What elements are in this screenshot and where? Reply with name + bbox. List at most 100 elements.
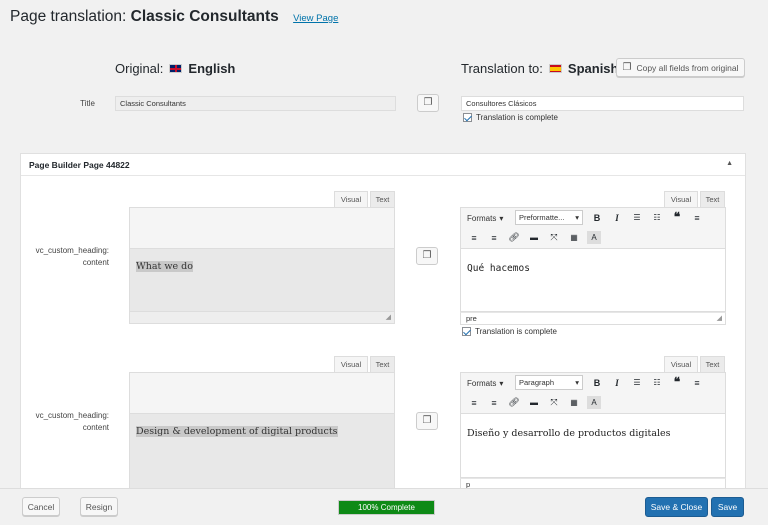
page-title: Classic Consultants xyxy=(130,8,279,25)
field-label-line2: content xyxy=(82,423,109,432)
copy-field-button[interactable]: ❐ xyxy=(416,412,438,430)
copy-all-label: Copy all fields from original xyxy=(636,62,739,73)
cancel-button[interactable]: Cancel xyxy=(22,497,60,516)
bold-icon[interactable]: B xyxy=(590,211,604,224)
block-format-value: Preformatte... xyxy=(519,213,565,222)
title-field-label: Title xyxy=(80,99,95,108)
element-path: pre xyxy=(466,314,477,323)
original-editor-toolbar xyxy=(129,207,395,249)
field-complete-checkbox-row[interactable]: Translation is complete xyxy=(462,327,557,336)
chevron-down-icon: ▾ xyxy=(499,213,504,223)
translated-text: Diseño y desarrollo de productos digital… xyxy=(467,428,671,439)
page-header: Page translation: Classic Consultants Vi… xyxy=(10,8,338,26)
read-more-icon[interactable]: ▬ xyxy=(527,396,541,409)
translation-editor-content[interactable]: Diseño y desarrollo de productos digital… xyxy=(460,414,726,478)
field-complete-checkbox[interactable] xyxy=(462,327,471,336)
original-editor-content: What we do xyxy=(129,249,395,312)
field-label-line1: vc_custom_heading: xyxy=(35,411,109,420)
toolbar-toggle-icon[interactable]: ▦ xyxy=(567,396,581,409)
tab-visual[interactable]: Visual xyxy=(664,191,698,207)
translation-editor-statusbar: pre ◢ xyxy=(460,312,726,325)
translation-editor-content[interactable]: Qué hacemos xyxy=(460,249,726,312)
resize-handle-icon[interactable]: ◢ xyxy=(717,314,722,322)
progress-bar: 100% Complete xyxy=(338,500,435,515)
blockquote-icon[interactable]: ❝ xyxy=(670,375,684,389)
panel-title: Page Builder Page 44822 xyxy=(29,159,130,170)
translation-editor-toolbar: Formats ▾ Paragraph ▾ B I ☰ ☷ ❝ ≡ ≡ ≡ 🔗︎ ▬… xyxy=(460,372,726,414)
block-format-value: Paragraph xyxy=(519,378,555,387)
chevron-down-icon: ▾ xyxy=(575,378,579,387)
text-color-icon[interactable]: A xyxy=(587,231,601,244)
field-label: vc_custom_heading: content xyxy=(25,245,109,269)
align-center-icon[interactable]: ≡ xyxy=(467,231,481,244)
link-icon[interactable]: 🔗︎ xyxy=(507,396,521,409)
uk-flag-icon xyxy=(169,64,183,73)
translation-language: Spanish xyxy=(567,61,619,76)
translation-language-heading: Translation to: Spanish xyxy=(461,61,618,76)
block-format-select[interactable]: Preformatte... ▾ xyxy=(515,210,583,225)
original-language-heading: Original: English xyxy=(115,61,235,76)
progress-text: 100% Complete xyxy=(358,503,415,512)
block-format-select[interactable]: Paragraph ▾ xyxy=(515,375,583,390)
tab-visual[interactable]: Visual xyxy=(664,356,698,372)
text-color-icon[interactable]: A xyxy=(587,396,601,409)
view-page-link[interactable]: View Page xyxy=(293,13,338,24)
header-prefix: Page translation: xyxy=(10,8,131,25)
formats-menu[interactable]: Formats ▾ xyxy=(467,377,503,389)
original-language: English xyxy=(188,61,236,76)
field-label-line2: content xyxy=(82,258,109,267)
collapse-icon[interactable]: ▲ xyxy=(726,160,733,167)
translated-title-input[interactable]: Consultores Clásicos xyxy=(461,96,744,111)
numbered-list-icon[interactable]: ☷ xyxy=(650,211,664,224)
bullet-list-icon[interactable]: ☰ xyxy=(630,376,644,389)
panel-header[interactable]: Page Builder Page 44822 ▲ xyxy=(21,154,745,176)
original-title-field: Classic Consultants xyxy=(115,96,396,111)
numbered-list-icon[interactable]: ☷ xyxy=(650,376,664,389)
field-label-line1: vc_custom_heading: xyxy=(35,246,109,255)
save-close-button[interactable]: Save & Close xyxy=(645,497,708,517)
align-right-icon[interactable]: ≡ xyxy=(487,231,501,244)
save-button[interactable]: Save xyxy=(711,497,744,517)
resign-button[interactable]: Resign xyxy=(80,497,118,516)
tab-text[interactable]: Text xyxy=(370,356,395,372)
title-complete-checkbox-row[interactable]: Translation is complete xyxy=(463,113,558,122)
translation-label: Translation to: xyxy=(461,61,543,76)
italic-icon[interactable]: I xyxy=(610,211,624,224)
formats-label: Formats xyxy=(467,378,497,388)
tab-visual[interactable]: Visual xyxy=(334,356,368,372)
original-label: Original: xyxy=(115,61,164,76)
page-builder-panel: Page Builder Page 44822 ▲ vc_custom_head… xyxy=(20,153,746,493)
fullscreen-icon[interactable]: ⤧ xyxy=(547,231,561,244)
field-label: vc_custom_heading: content xyxy=(25,410,109,434)
tab-text[interactable]: Text xyxy=(370,191,395,207)
link-icon[interactable]: 🔗︎ xyxy=(507,231,521,244)
italic-icon[interactable]: I xyxy=(610,376,624,389)
bold-icon[interactable]: B xyxy=(590,376,604,389)
tab-text[interactable]: Text xyxy=(700,356,725,372)
read-more-icon[interactable]: ▬ xyxy=(527,231,541,244)
align-left-icon[interactable]: ≡ xyxy=(690,211,704,224)
original-editor-toolbar xyxy=(129,372,395,414)
align-left-icon[interactable]: ≡ xyxy=(690,376,704,389)
fullscreen-icon[interactable]: ⤧ xyxy=(547,396,561,409)
chevron-down-icon: ▾ xyxy=(499,378,504,388)
title-complete-checkbox[interactable] xyxy=(463,113,472,122)
resize-handle-icon[interactable]: ◢ xyxy=(386,313,391,321)
bullet-list-icon[interactable]: ☰ xyxy=(630,211,644,224)
title-complete-label: Translation is complete xyxy=(476,113,558,122)
tab-visual[interactable]: Visual xyxy=(334,191,368,207)
toolbar-toggle-icon[interactable]: ▦ xyxy=(567,231,581,244)
align-center-icon[interactable]: ≡ xyxy=(467,396,481,409)
tab-text[interactable]: Text xyxy=(700,191,725,207)
translation-editor-toolbar: Formats ▾ Preformatte... ▾ B I ☰ ☷ ❝ ≡ ≡ ≡… xyxy=(460,207,726,249)
copy-all-button[interactable]: ❐ Copy all fields from original xyxy=(616,58,745,77)
copy-icon: ❐ xyxy=(422,250,432,261)
formats-menu[interactable]: Formats ▾ xyxy=(467,212,503,224)
copy-field-button[interactable]: ❐ xyxy=(416,247,438,265)
field-complete-label: Translation is complete xyxy=(475,327,557,336)
original-text: What we do xyxy=(136,261,193,272)
align-right-icon[interactable]: ≡ xyxy=(487,396,501,409)
spain-flag-icon xyxy=(548,64,562,73)
blockquote-icon[interactable]: ❝ xyxy=(670,210,684,224)
copy-title-button[interactable]: ❐ xyxy=(417,94,439,112)
